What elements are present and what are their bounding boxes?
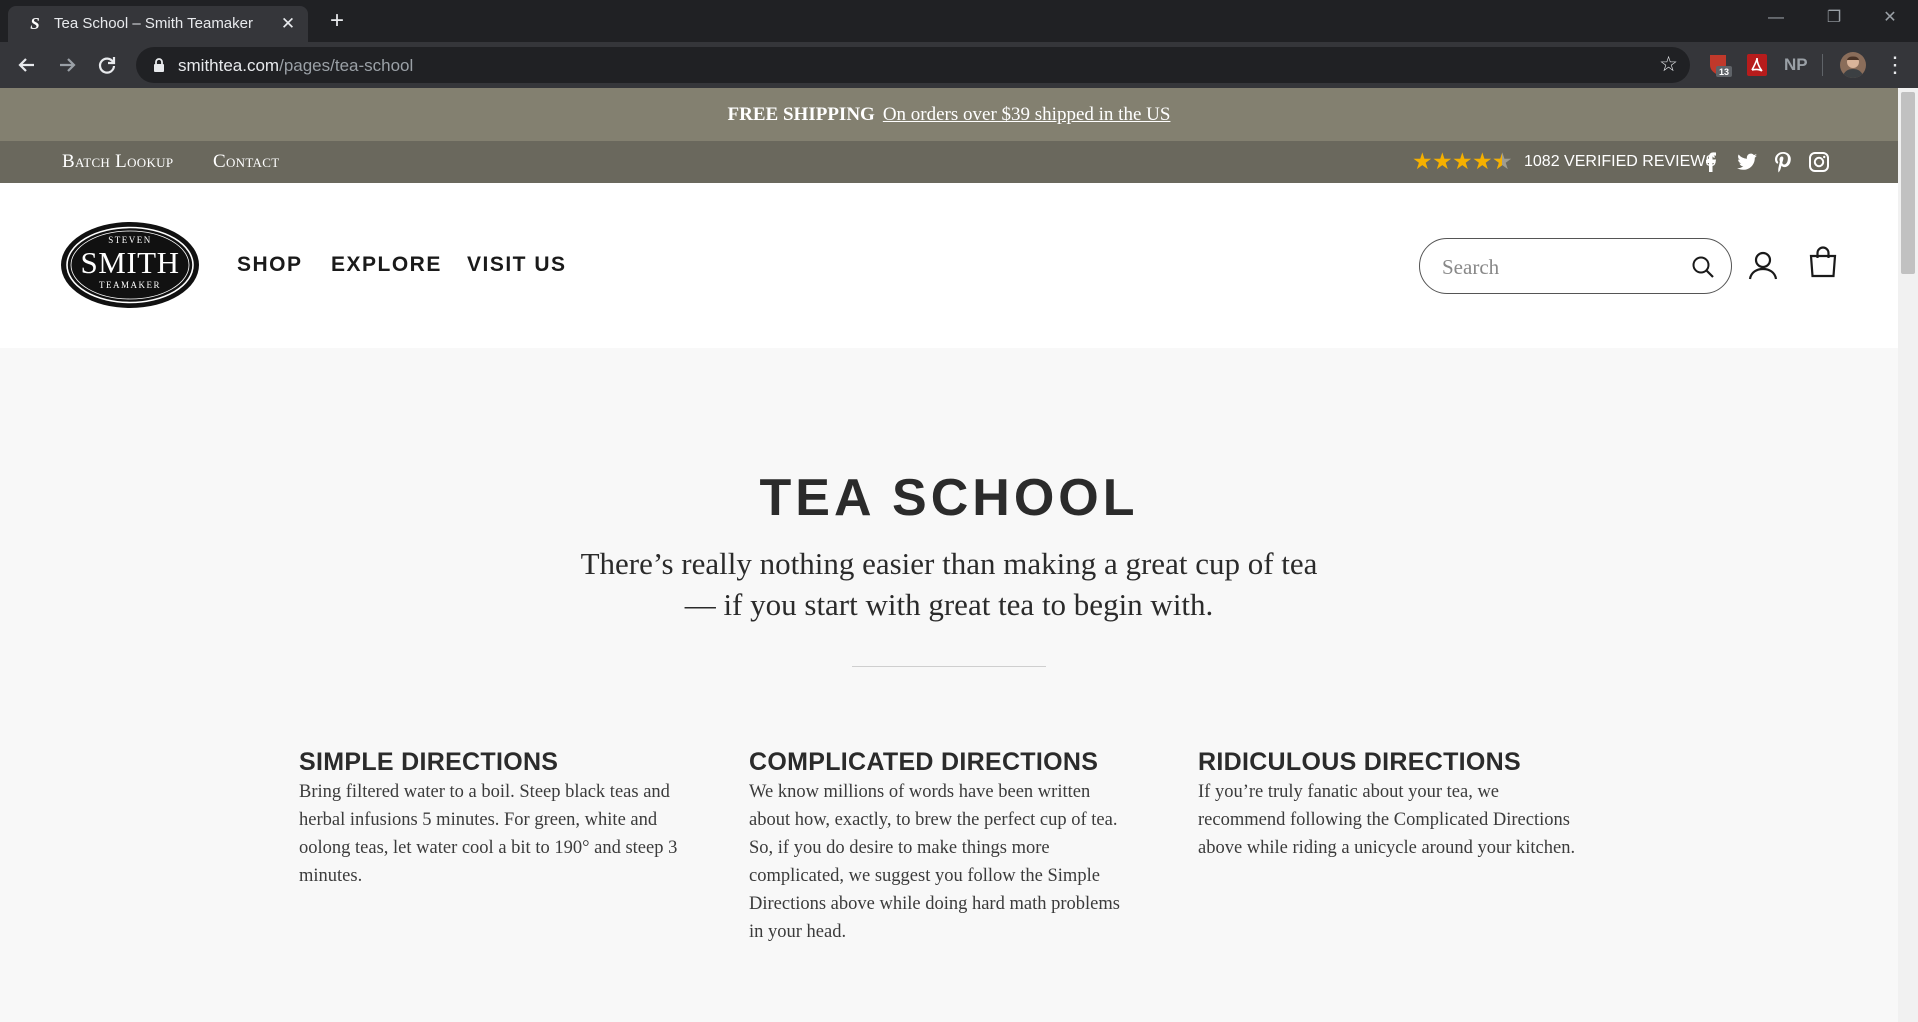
site-header: STEVEN SMITH TEAMAKER SHOP EXPLORE VISIT… — [0, 183, 1898, 348]
shopping-bag-icon[interactable] — [1808, 246, 1838, 278]
forward-arrow-icon — [60, 58, 76, 72]
page-viewport: FREE SHIPPING On orders over $39 shipped … — [0, 88, 1898, 1022]
simple-directions-column: SIMPLE DIRECTIONS Bring filtered water t… — [299, 746, 719, 890]
svg-text:TEAMAKER: TEAMAKER — [99, 280, 161, 290]
url-text[interactable]: smithtea.com/pages/tea-school — [178, 56, 413, 75]
rating-stars[interactable]: ★★★★★ — [1412, 148, 1513, 174]
browser-tab-bar: S Tea School – Smith Teamaker ✕ + — ❐ ✕ — [0, 0, 1918, 42]
reload-icon — [98, 57, 116, 74]
star-icon: ★ — [1432, 148, 1453, 174]
page-scrollbar[interactable] — [1898, 88, 1918, 1022]
browser-toolbar: smithtea.com/pages/tea-school ☆ — [0, 42, 1918, 88]
search-box — [1419, 238, 1732, 294]
star-icon: ★ — [1452, 148, 1473, 174]
browser-menu-icon[interactable]: ⋮ — [1884, 50, 1906, 80]
svg-text:SMITH: SMITH — [81, 245, 180, 280]
tab-favicon-icon: S — [30, 14, 40, 33]
address-bar[interactable]: smithtea.com/pages/tea-school ☆ — [136, 47, 1690, 83]
ridiculous-directions-column: RIDICULOUS DIRECTIONS If you’re truly fa… — [1198, 746, 1618, 862]
column-title: RIDICULOUS DIRECTIONS — [1198, 748, 1521, 776]
column-title: COMPLICATED DIRECTIONS — [749, 748, 1099, 776]
bookmark-star-icon[interactable]: ☆ — [1659, 53, 1678, 77]
twitter-icon[interactable] — [1735, 151, 1759, 173]
svg-text:13: 13 — [1719, 67, 1729, 77]
search-icon[interactable] — [1691, 255, 1715, 279]
pdf-extension-icon[interactable] — [1744, 52, 1770, 78]
column-title: SIMPLE DIRECTIONS — [299, 748, 559, 776]
lock-icon[interactable] — [150, 56, 168, 74]
promo-headline: FREE SHIPPING — [727, 104, 875, 125]
star-icon: ★ — [1472, 148, 1493, 174]
back-button[interactable] — [12, 50, 42, 80]
nav-shop[interactable]: SHOP — [237, 253, 303, 277]
svg-text:STEVEN: STEVEN — [108, 235, 152, 245]
reload-button[interactable] — [92, 50, 122, 80]
restore-button[interactable]: ❐ — [1814, 6, 1854, 30]
new-tab-button[interactable]: + — [326, 9, 348, 33]
account-icon[interactable] — [1748, 250, 1778, 280]
star-icon: ★ — [1412, 148, 1433, 174]
complicated-directions-column: COMPLICATED DIRECTIONS We know millions … — [749, 746, 1169, 946]
contact-link[interactable]: Contact — [213, 152, 279, 172]
section-divider — [852, 666, 1046, 667]
search-input[interactable] — [1442, 253, 1672, 281]
facebook-icon[interactable] — [1699, 151, 1723, 173]
page-title: TEA SCHOOL — [759, 469, 1139, 527]
scrollbar-thumb[interactable] — [1901, 92, 1915, 274]
np-extension-icon[interactable]: NP — [1784, 52, 1808, 78]
close-window-button[interactable]: ✕ — [1870, 6, 1910, 30]
column-body: We know millions of words have been writ… — [749, 782, 1120, 942]
page-subtitle: There’s really nothing easier than makin… — [580, 546, 1318, 622]
profile-avatar[interactable] — [1840, 52, 1866, 78]
forward-button[interactable] — [52, 50, 82, 80]
browser-tab[interactable]: S Tea School – Smith Teamaker ✕ — [8, 6, 308, 42]
ublock-extension-icon[interactable]: 13 — [1706, 52, 1732, 78]
toolbar-separator — [1822, 54, 1823, 76]
column-body: If you’re truly fanatic about your tea, … — [1198, 782, 1576, 858]
verified-reviews-link[interactable]: 1082 VERIFIED REVIEWS — [1524, 153, 1716, 171]
promo-bar: FREE SHIPPING On orders over $39 shipped … — [0, 88, 1898, 141]
smith-teamaker-logo[interactable]: STEVEN SMITH TEAMAKER — [60, 221, 200, 309]
nav-visit-us[interactable]: VISIT US — [467, 253, 567, 277]
utility-bar: Batch Lookup Contact ★★★★★ 1082 VERIFIED… — [0, 141, 1898, 183]
pinterest-icon[interactable] — [1771, 151, 1795, 173]
column-body: Bring filtered water to a boil. Steep bl… — [299, 782, 678, 886]
back-arrow-icon — [18, 58, 34, 72]
nav-explore[interactable]: EXPLORE — [331, 253, 442, 277]
promo-link[interactable]: On orders over $39 shipped in the US — [883, 104, 1171, 125]
tab-close-icon[interactable]: ✕ — [278, 14, 298, 34]
instagram-icon[interactable] — [1807, 151, 1831, 173]
batch-lookup-link[interactable]: Batch Lookup — [62, 152, 173, 172]
half-star-icon: ★ — [1492, 150, 1513, 173]
tab-title: Tea School – Smith Teamaker — [54, 15, 253, 32]
minimize-button[interactable]: — — [1756, 6, 1796, 30]
